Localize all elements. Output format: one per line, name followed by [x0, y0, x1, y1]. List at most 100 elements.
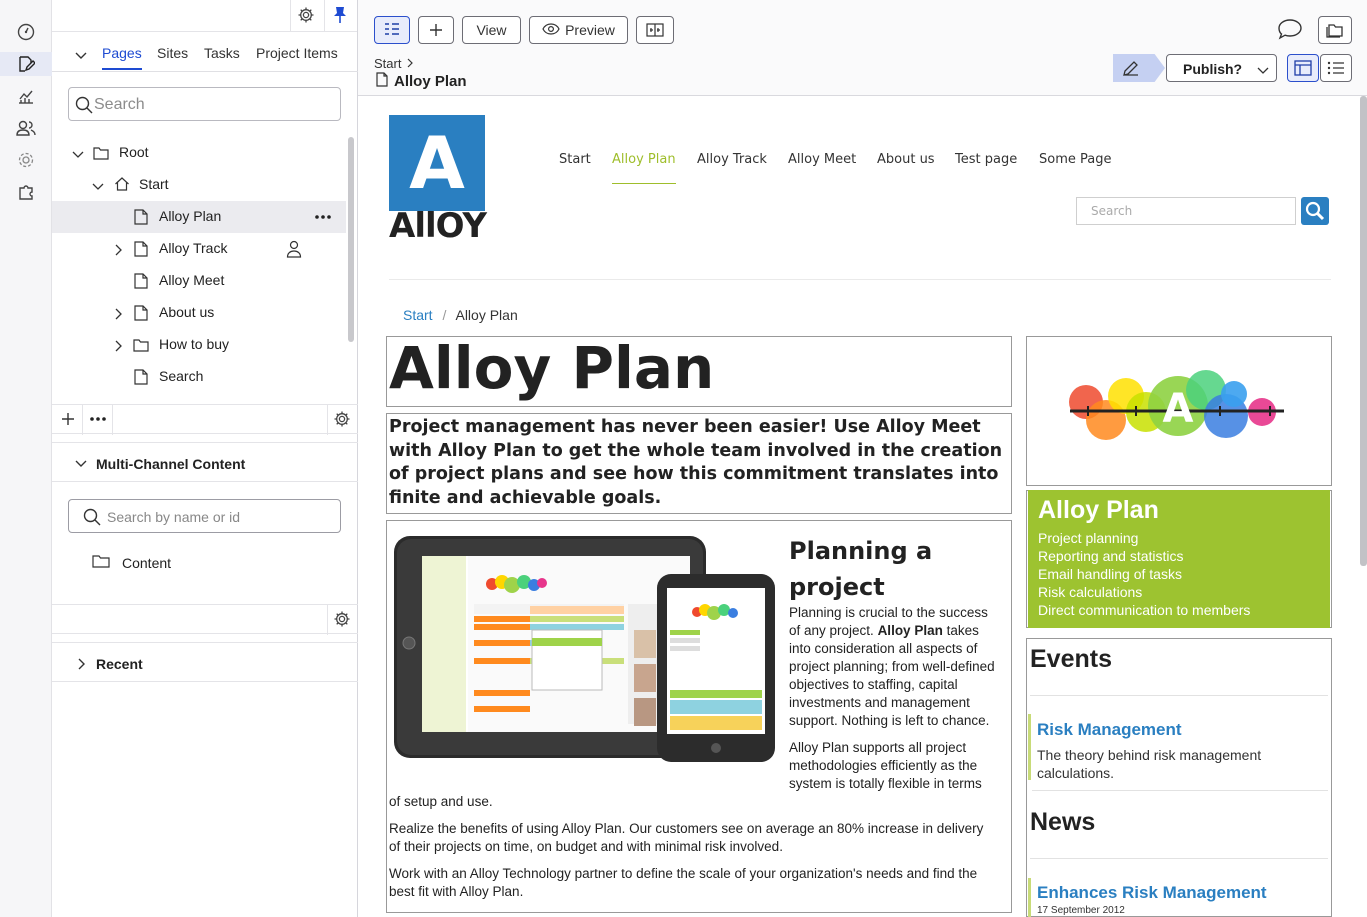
site-search-input[interactable]: Search	[1076, 197, 1296, 225]
alloy-logo[interactable]: A	[389, 115, 485, 211]
tree-node-search[interactable]: Search	[52, 361, 346, 393]
folder-icon	[93, 145, 109, 161]
alloy-logo-text: AllOY	[389, 206, 487, 246]
divider	[1030, 858, 1328, 859]
article-line: Planning is crucial to the success	[789, 605, 988, 620]
tree-node-root[interactable]: Root	[52, 137, 346, 169]
tree-node-about-us[interactable]: About us	[52, 297, 346, 329]
event-title[interactable]: Risk Management	[1037, 720, 1182, 740]
gear-icon[interactable]	[297, 6, 315, 29]
chevron-right-icon[interactable]	[112, 307, 124, 320]
article-line: of any project. Alloy Plan takes	[789, 622, 995, 640]
dashboard-icon[interactable]	[14, 20, 38, 44]
tab-pages[interactable]: Pages	[102, 45, 142, 70]
news-title: News	[1030, 808, 1096, 836]
article-paragraph-3: Realize the benefits of using Alloy Plan…	[389, 821, 984, 854]
site-breadcrumb-current: Alloy Plan	[455, 307, 518, 323]
content-search-input[interactable]: Search by name or id	[68, 499, 341, 533]
on-page-edit-button[interactable]	[1287, 54, 1319, 82]
breadcrumb-start[interactable]: Start	[374, 56, 401, 71]
tree-scrollbar[interactable]	[348, 137, 354, 342]
multi-channel-title: Multi-Channel Content	[96, 456, 246, 472]
page-tree-search-input[interactable]: Search	[68, 87, 341, 121]
chevron-down-icon[interactable]	[92, 179, 104, 191]
multi-channel-header[interactable]: Multi-Channel Content	[52, 442, 358, 482]
tab-tasks[interactable]: Tasks	[204, 45, 240, 61]
tree-node-label: Search	[159, 368, 204, 384]
nav-test-page[interactable]: Test page	[955, 152, 1017, 167]
settings-icon[interactable]	[14, 148, 38, 172]
gear-icon[interactable]	[333, 410, 351, 433]
eye-icon	[542, 22, 560, 38]
users-icon[interactable]	[14, 116, 38, 140]
nav-alloy-meet[interactable]: Alloy Meet	[788, 152, 856, 167]
comments-icon[interactable]	[1277, 18, 1303, 45]
article-text: takes	[942, 623, 979, 638]
all-properties-button[interactable]	[1320, 54, 1352, 82]
tree-node-content[interactable]: Content	[92, 553, 171, 572]
nav-alloy-plan[interactable]: Alloy Plan	[612, 152, 676, 184]
news-item-title[interactable]: Enhances Risk Management	[1037, 883, 1267, 903]
recent-header[interactable]: Recent	[52, 642, 358, 682]
view-button[interactable]: View	[462, 16, 521, 44]
edit-icon[interactable]	[0, 52, 52, 76]
page-title: Alloy Plan	[376, 72, 467, 91]
search-icon	[75, 96, 93, 119]
article-heading: Planning a project	[789, 533, 932, 605]
preview-button[interactable]: Preview	[529, 16, 628, 44]
nav-alloy-track[interactable]: Alloy Track	[697, 152, 767, 167]
site-breadcrumb-start[interactable]: Start	[403, 307, 433, 323]
publish-button[interactable]: Publish?	[1166, 54, 1277, 82]
nav-some-page[interactable]: Some Page	[1039, 152, 1111, 167]
tree-node-alloy-plan[interactable]: Alloy Plan	[52, 201, 346, 233]
article-heading-line-2: project	[789, 573, 885, 601]
site-search-button[interactable]	[1301, 197, 1329, 225]
tree-node-start[interactable]: Start	[52, 169, 346, 201]
tree-node-label: Alloy Meet	[159, 272, 225, 288]
tree-node-how-to-buy[interactable]: How to buy	[52, 329, 346, 361]
more-options-icon[interactable]	[313, 209, 333, 225]
article-text: of any project.	[789, 623, 878, 638]
analytics-icon[interactable]	[14, 84, 38, 108]
site-breadcrumb: Start / Alloy Plan	[403, 307, 518, 323]
chevron-right-icon[interactable]	[112, 339, 124, 352]
nav-start[interactable]: Start	[559, 152, 591, 167]
event-text: calculations.	[1037, 765, 1115, 781]
add-button[interactable]	[418, 16, 454, 44]
news-item-date: 17 September 2012	[1037, 905, 1125, 916]
tree-node-alloy-track[interactable]: Alloy Track	[52, 233, 346, 265]
teaser-item: Risk calculations	[1038, 584, 1143, 600]
chevron-down-icon[interactable]	[72, 147, 84, 159]
tree-node-alloy-meet[interactable]: Alloy Meet	[52, 265, 346, 297]
more-options-icon[interactable]	[88, 409, 108, 432]
news-item[interactable]: Enhances Risk Management 17 September 20…	[1028, 878, 1328, 917]
assets-button[interactable]	[1318, 16, 1352, 44]
folder-icon	[92, 553, 110, 572]
tree-node-label: Start	[139, 176, 169, 192]
tab-sites[interactable]: Sites	[157, 45, 188, 61]
pin-icon[interactable]	[332, 6, 348, 29]
navigation-pane: Pages Sites Tasks Project Items Search R…	[52, 0, 358, 917]
gear-icon[interactable]	[333, 610, 351, 633]
alloy-plan-teaser[interactable]: Alloy Plan Project planning Reporting an…	[1028, 490, 1330, 628]
page-icon	[376, 72, 388, 91]
article-line: support. Nothing is left to chance.	[789, 713, 990, 728]
toggle-tree-button[interactable]	[374, 16, 410, 44]
event-item[interactable]: Risk Management The theory behind risk m…	[1028, 714, 1328, 781]
add-icon[interactable]	[60, 411, 76, 432]
chevron-down-icon[interactable]	[74, 457, 88, 474]
chevron-right-icon[interactable]	[76, 657, 88, 674]
addons-icon[interactable]	[14, 180, 38, 204]
tree-node-label: About us	[159, 304, 215, 320]
chevron-right-icon[interactable]	[112, 243, 124, 256]
tab-project-items[interactable]: Project Items	[256, 45, 338, 61]
compare-button[interactable]	[636, 16, 674, 44]
article-line: of setup and use.	[389, 794, 493, 809]
main-editor: View Preview Start Alloy Plan Publish? A…	[358, 0, 1367, 917]
nav-about-us[interactable]: About us	[877, 152, 935, 167]
chevron-right-icon	[405, 56, 415, 71]
chevron-down-icon[interactable]	[74, 48, 88, 65]
publish-label: Publish?	[1183, 61, 1243, 77]
tree-node-label: How to buy	[159, 336, 230, 352]
preview-scrollbar[interactable]	[1360, 96, 1367, 566]
